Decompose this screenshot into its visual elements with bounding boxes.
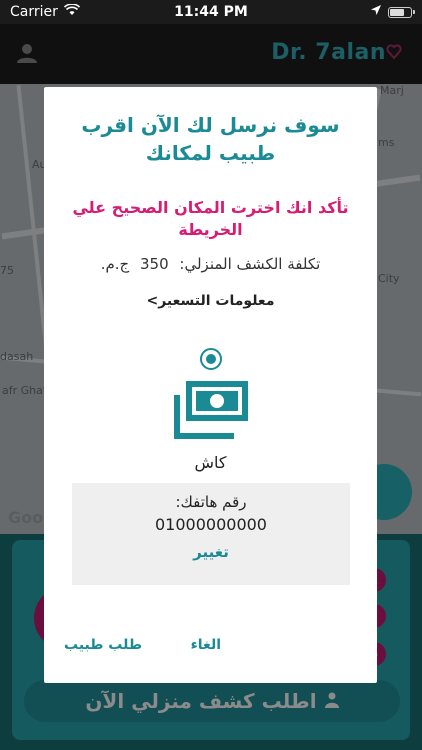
cost-value: 350: [140, 255, 169, 273]
map-label: ms: [378, 136, 395, 149]
cash-icon: [172, 381, 250, 445]
request-doctor-dialog: سوف نرسل لك الآن اقرب طبيب لمكانك تأكد ا…: [44, 87, 377, 683]
payment-radio-selected[interactable]: [200, 348, 222, 370]
carrier-info: Carrier: [10, 3, 80, 20]
map-label: afr Ghat: [2, 384, 48, 397]
map-label: 75: [0, 264, 14, 277]
app-logo: Dr. 7alan: [271, 40, 386, 65]
change-phone-button[interactable]: تغيير: [72, 543, 350, 561]
request-doctor-button[interactable]: طلب طبيب: [64, 637, 142, 653]
doctor-icon: [324, 689, 339, 713]
cancel-button[interactable]: الغاء: [191, 637, 221, 653]
battery-icon: [388, 6, 415, 18]
visit-cost: تكلفة الكشف المنزلي: 350 ج.م.: [54, 255, 367, 273]
phone-number: 01000000000: [155, 515, 267, 534]
dialog-actions: الغاء طلب طبيب: [44, 637, 377, 657]
request-home-visit-button[interactable]: اطلب كشف منزلي الآن: [24, 680, 400, 722]
user-profile-icon[interactable]: [16, 42, 38, 68]
google-logo: Goo: [8, 508, 44, 527]
map-label: Marj: [380, 84, 404, 97]
location-warning: تأكد انك اخترت المكان الصحيح علي الخريطة: [72, 198, 349, 239]
dialog-headline: سوف نرسل لك الآن اقرب طبيب لمكانك: [81, 113, 340, 165]
pricing-info-link[interactable]: معلومات التسعير>: [54, 293, 367, 309]
payment-method-label: كاش: [194, 453, 227, 472]
map-label: City: [378, 272, 400, 285]
cost-label: تكلفة الكشف المنزلي:: [179, 255, 321, 273]
map-label: dasah: [0, 350, 34, 363]
location-arrow-icon: [370, 4, 382, 20]
wifi-icon: [63, 3, 80, 20]
cta-label: اطلب كشف منزلي الآن: [85, 689, 317, 713]
app-bar: Dr. 7alan: [0, 24, 422, 84]
carrier-label: Carrier: [10, 4, 58, 20]
phone-label: رقم هاتفك:: [175, 493, 247, 511]
heart-stethoscope-icon: [386, 44, 402, 64]
cost-currency: ج.م.: [100, 255, 130, 273]
phone-section: رقم هاتفك: 01000000000 تغيير: [72, 483, 350, 585]
status-bar: Carrier 11:44 PM: [0, 0, 422, 24]
